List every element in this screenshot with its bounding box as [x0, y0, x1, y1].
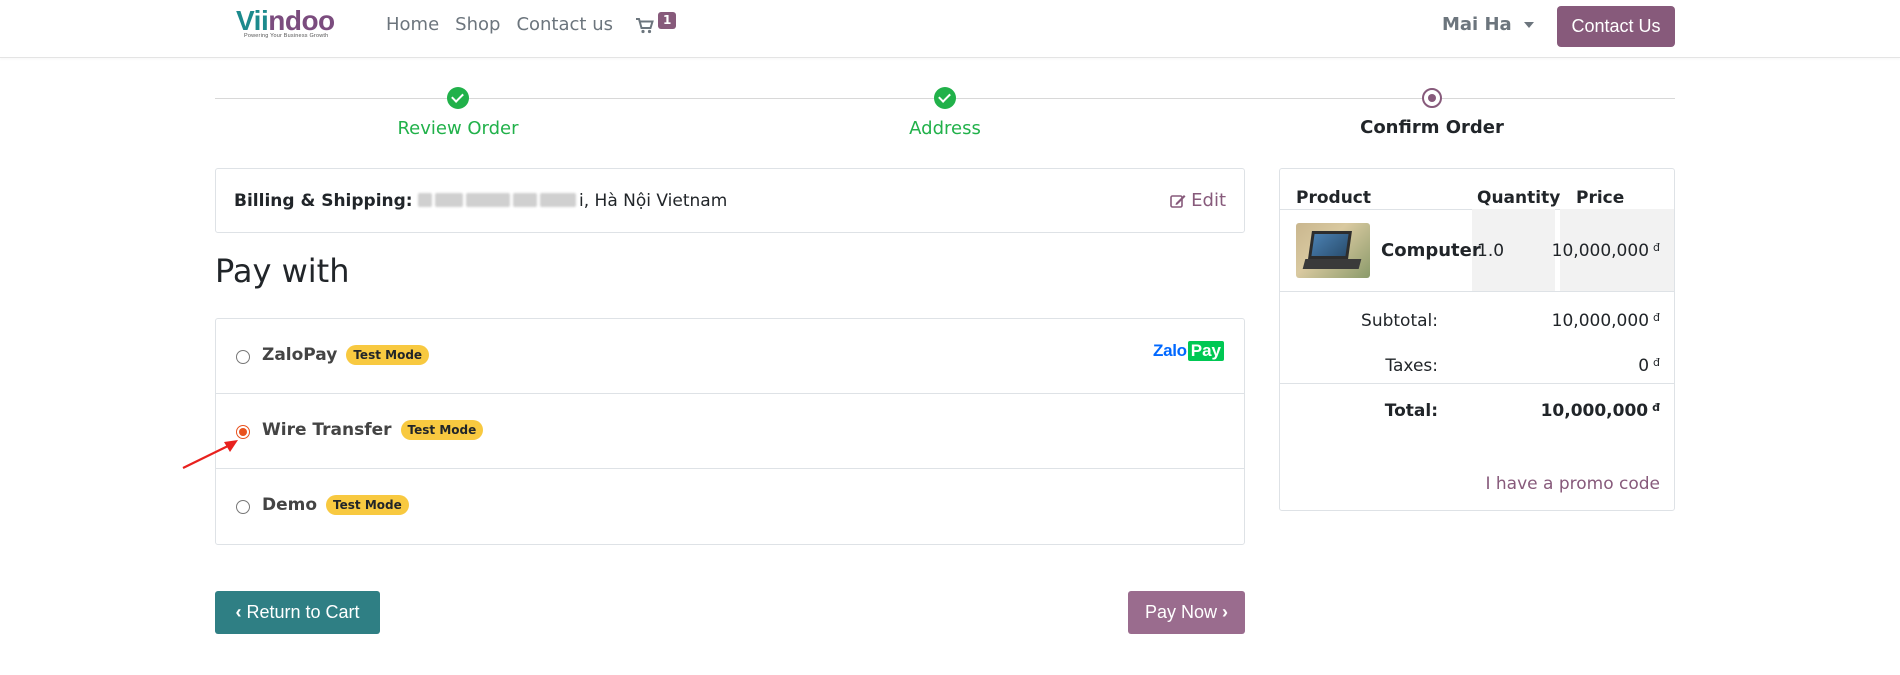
divider [1280, 383, 1674, 384]
check-circle-icon [447, 87, 469, 109]
logo-tagline: Powering Your Business Growth [244, 33, 329, 39]
redacted-text [513, 193, 538, 207]
shopping-cart-icon [636, 18, 654, 34]
divider [1280, 291, 1674, 292]
billing-address-line: Billing & Shipping: i, Hà Nội Vietnam [234, 191, 727, 211]
nav-shop[interactable]: Shop [455, 14, 500, 36]
payment-method-demo[interactable]: Demo Test Mode [216, 469, 1244, 544]
zalopay-logo-zalo: Zalo [1153, 341, 1187, 360]
caret-down-icon [1523, 21, 1534, 28]
product-image[interactable] [1296, 223, 1370, 278]
top-navbar: Viindoo Powering Your Business Growth Ho… [0, 0, 1900, 58]
step-label: Address [909, 118, 981, 139]
redacted-text [466, 193, 511, 207]
subtotal-amount: 10,000,000 [1551, 311, 1650, 331]
viindoo-logo[interactable]: Viindoo Powering Your Business Growth [236, 6, 336, 42]
pay-now-button[interactable]: Pay Now › [1128, 591, 1245, 634]
current-step-dot-icon [1422, 88, 1442, 108]
product-quantity: 1.0 [1477, 241, 1505, 261]
main-nav: Home Shop Contact us [386, 14, 629, 36]
taxes-amount: 0 [1638, 356, 1650, 376]
redacted-text [435, 193, 464, 207]
payment-method-zalopay[interactable]: ZaloPay Test Mode Zalo Pay [216, 319, 1244, 394]
payment-method-name: ZaloPay Test Mode [262, 345, 430, 365]
col-product: Product [1296, 188, 1371, 208]
method-name-text: Demo [262, 495, 318, 515]
payment-method-wire-transfer[interactable]: Wire Transfer Test Mode [216, 394, 1244, 469]
product-row: Computer 1.0 10,000,000 đ [1280, 209, 1674, 291]
edit-label: Edit [1191, 190, 1226, 211]
radio-zalopay[interactable] [236, 350, 250, 364]
redacted-text [418, 193, 433, 207]
currency-symbol: đ [1653, 311, 1660, 324]
return-to-cart-label: Return to Cart [246, 602, 360, 622]
edit-icon [1170, 194, 1186, 208]
step-address[interactable]: Address [795, 86, 1095, 139]
step-label: Confirm Order [1360, 117, 1504, 138]
user-name: Mai Ha [1442, 14, 1512, 35]
contact-us-button[interactable]: Contact Us [1557, 6, 1675, 47]
total-label: Total: [1384, 401, 1438, 421]
summary-header: Product Quantity Price [1280, 179, 1674, 209]
cart-link[interactable]: 1 [636, 12, 680, 38]
order-summary-card: Product Quantity Price Computer 1.0 10,0… [1279, 168, 1675, 511]
radio-demo[interactable] [236, 500, 250, 514]
payment-method-name: Demo Test Mode [262, 495, 409, 515]
test-mode-badge: Test Mode [326, 495, 409, 515]
currency-symbol: đ [1652, 401, 1660, 414]
promo-code-link[interactable]: I have a promo code [1485, 474, 1660, 494]
nav-home[interactable]: Home [386, 14, 439, 36]
payment-method-name: Wire Transfer Test Mode [262, 420, 484, 440]
pay-with-heading: Pay with [215, 252, 350, 290]
payment-methods-list: ZaloPay Test Mode Zalo Pay Wire Transfer Te… [215, 318, 1245, 545]
logo-text-part2: ndoo [268, 5, 335, 36]
redacted-text [540, 193, 577, 207]
method-name-text: ZaloPay [262, 345, 338, 365]
total-amount: 10,000,000 [1540, 401, 1649, 421]
chevron-left-icon: ‹ [235, 602, 242, 622]
total-value: 10,000,000 đ [1541, 401, 1660, 421]
edit-address-link[interactable]: Edit [1170, 190, 1226, 211]
step-label: Review Order [397, 118, 519, 139]
subtotal-value: 10,000,000 đ [1552, 311, 1660, 331]
taxes-label: Taxes: [1385, 356, 1438, 376]
step-confirm-order: Confirm Order [1282, 86, 1582, 138]
currency-symbol: đ [1653, 356, 1660, 369]
return-to-cart-button[interactable]: ‹ Return to Cart [215, 591, 380, 634]
method-name-text: Wire Transfer [262, 420, 392, 440]
col-quantity: Quantity [1477, 188, 1561, 208]
product-name: Computer [1381, 240, 1481, 261]
logo-text-part1: Vii [236, 5, 269, 36]
test-mode-badge: Test Mode [400, 420, 484, 440]
billing-address-visible: i, Hà Nội Vietnam [579, 191, 728, 211]
cart-count-badge: 1 [658, 12, 677, 29]
chevron-right-icon: › [1222, 602, 1229, 622]
product-price-value: 10,000,000 [1551, 241, 1650, 261]
zalopay-logo: Zalo Pay [1153, 341, 1224, 361]
product-price: 10,000,000 đ [1552, 241, 1660, 261]
col-price: Price [1576, 188, 1625, 208]
user-menu-dropdown[interactable]: Mai Ha [1442, 14, 1534, 35]
billing-shipping-card: Billing & Shipping: i, Hà Nội Vietnam Ed… [215, 168, 1245, 233]
zalopay-logo-pay: Pay [1187, 341, 1224, 361]
checkout-progress: Review Order Address Confirm Order [215, 86, 1675, 146]
billing-label: Billing & Shipping: [234, 191, 413, 211]
check-circle-icon [934, 87, 956, 109]
annotation-arrow-icon [182, 440, 238, 469]
step-review-order[interactable]: Review Order [308, 86, 608, 139]
pay-now-label: Pay Now [1144, 602, 1217, 622]
currency-symbol: đ [1653, 241, 1660, 254]
nav-contact-us[interactable]: Contact us [516, 14, 613, 36]
subtotal-label: Subtotal: [1361, 311, 1438, 331]
test-mode-badge: Test Mode [346, 345, 430, 365]
taxes-value: 0đ [1638, 356, 1660, 376]
